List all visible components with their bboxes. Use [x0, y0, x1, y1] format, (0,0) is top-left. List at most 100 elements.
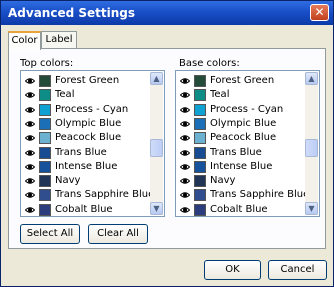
- scroll-up-icon[interactable]: ▲: [305, 72, 318, 85]
- color-name: Trans Sapphire Blue: [210, 189, 310, 201]
- eye-icon[interactable]: [180, 119, 190, 129]
- base-colors-title: Base colors:: [179, 58, 240, 69]
- color-name: Trans Sapphire Blue: [55, 189, 155, 201]
- scroll-down-icon[interactable]: ▼: [150, 202, 163, 215]
- scroll-thumb[interactable]: [150, 139, 163, 157]
- color-swatch: [39, 189, 51, 202]
- color-swatch: [194, 146, 206, 159]
- color-swatch: [39, 132, 51, 145]
- color-list-item[interactable]: Trans Blue: [178, 146, 304, 160]
- color-name: Trans Blue: [210, 146, 262, 158]
- color-swatch: [39, 117, 51, 130]
- ok-button[interactable]: OK: [204, 260, 261, 280]
- eye-icon[interactable]: [180, 176, 190, 186]
- color-list-item[interactable]: Olympic Blue: [23, 117, 149, 131]
- color-swatch: [39, 75, 51, 87]
- color-swatch: [39, 203, 51, 216]
- window-title: Advanced Settings: [8, 6, 136, 20]
- clear-all-button[interactable]: Clear All: [88, 224, 148, 244]
- color-name: Intense Blue: [55, 160, 118, 172]
- color-list-item[interactable]: Navy: [23, 174, 149, 188]
- color-swatch: [39, 103, 51, 116]
- color-list-item[interactable]: Trans Blue: [23, 146, 149, 160]
- advanced-settings-dialog: Advanced Settings ✕ Color Label Top colo…: [0, 0, 334, 287]
- eye-icon[interactable]: [25, 105, 35, 115]
- color-list-item[interactable]: Forest Green: [23, 74, 149, 88]
- eye-icon[interactable]: [180, 190, 190, 200]
- color-name: Navy: [210, 175, 236, 187]
- color-list-item[interactable]: Peacock Blue: [178, 131, 304, 145]
- color-name: Teal: [210, 89, 230, 101]
- color-name: Forest Green: [210, 75, 275, 86]
- close-button[interactable]: ✕: [310, 4, 329, 21]
- scroll-up-icon[interactable]: ▲: [150, 72, 163, 85]
- tab-label[interactable]: Label: [41, 31, 77, 49]
- eye-icon[interactable]: [25, 205, 35, 215]
- eye-icon[interactable]: [180, 90, 190, 100]
- color-swatch: [39, 175, 51, 188]
- color-list-item[interactable]: Olympic Blue: [178, 117, 304, 131]
- color-name: Process - Cyan: [55, 103, 129, 115]
- color-list-item[interactable]: Forest Green: [178, 74, 304, 88]
- color-list-item[interactable]: Process - Cyan: [178, 103, 304, 117]
- eye-icon[interactable]: [25, 162, 35, 172]
- tab-color[interactable]: Color: [8, 31, 41, 50]
- color-name: Intense Blue: [210, 160, 273, 172]
- vertical-scrollbar[interactable]: ▲ ▼: [305, 72, 318, 215]
- color-name: Process - Cyan: [210, 103, 284, 115]
- color-swatch: [194, 203, 206, 216]
- eye-icon[interactable]: [180, 133, 190, 143]
- vertical-scrollbar[interactable]: ▲ ▼: [150, 72, 163, 215]
- color-swatch: [194, 103, 206, 116]
- color-name: Trans Blue: [55, 146, 107, 158]
- color-list-item[interactable]: Intense Blue: [23, 160, 149, 174]
- eye-icon[interactable]: [25, 190, 35, 200]
- color-name: Olympic Blue: [210, 117, 277, 129]
- cancel-button[interactable]: Cancel: [268, 260, 327, 280]
- eye-icon[interactable]: [25, 133, 35, 143]
- color-swatch: [194, 89, 206, 102]
- eye-icon[interactable]: [180, 205, 190, 215]
- color-swatch: [39, 146, 51, 159]
- color-name: Peacock Blue: [55, 132, 122, 144]
- color-list-item[interactable]: Cobalt Blue: [23, 203, 149, 216]
- color-list-item[interactable]: Navy: [178, 174, 304, 188]
- color-list-item[interactable]: Trans Sapphire Blue: [178, 188, 309, 202]
- scroll-thumb[interactable]: [305, 139, 318, 157]
- select-all-button[interactable]: Select All: [20, 224, 80, 244]
- color-list-item[interactable]: Process - Cyan: [23, 103, 149, 117]
- scroll-down-icon[interactable]: ▼: [305, 202, 318, 215]
- color-name: Teal: [55, 89, 75, 101]
- color-list-item[interactable]: Intense Blue: [178, 160, 304, 174]
- color-list-item[interactable]: Teal: [23, 88, 149, 102]
- color-swatch: [194, 189, 206, 202]
- color-swatch: [194, 132, 206, 145]
- color-swatch: [39, 89, 51, 102]
- eye-icon[interactable]: [180, 105, 190, 115]
- eye-icon[interactable]: [180, 162, 190, 172]
- eye-icon[interactable]: [180, 148, 190, 158]
- eye-icon[interactable]: [25, 90, 35, 100]
- top-colors-list[interactable]: Forest Green Teal Process - Cyan Olympic Bl…: [20, 70, 165, 217]
- eye-icon[interactable]: [25, 76, 35, 86]
- color-name: Peacock Blue: [210, 132, 277, 144]
- eye-icon[interactable]: [180, 76, 190, 86]
- title-bar[interactable]: Advanced Settings ✕: [1, 1, 333, 25]
- color-swatch: [39, 160, 51, 173]
- color-list-item[interactable]: Trans Sapphire Blue: [23, 188, 154, 202]
- base-colors-list[interactable]: Forest Green Teal Process - Cyan Olympic Bl…: [175, 70, 320, 217]
- color-swatch: [194, 175, 206, 188]
- color-name: Olympic Blue: [55, 117, 122, 129]
- color-swatch: [194, 75, 206, 87]
- color-swatch: [194, 160, 206, 173]
- color-list-item[interactable]: Teal: [178, 88, 304, 102]
- color-name: Navy: [55, 175, 81, 187]
- top-colors-title: Top colors:: [20, 58, 74, 69]
- eye-icon[interactable]: [25, 148, 35, 158]
- eye-icon[interactable]: [25, 176, 35, 186]
- color-list-item[interactable]: Cobalt Blue: [178, 203, 304, 216]
- color-name: Cobalt Blue: [210, 203, 268, 215]
- color-list-item[interactable]: Peacock Blue: [23, 131, 149, 145]
- eye-icon[interactable]: [25, 119, 35, 129]
- color-swatch: [194, 117, 206, 130]
